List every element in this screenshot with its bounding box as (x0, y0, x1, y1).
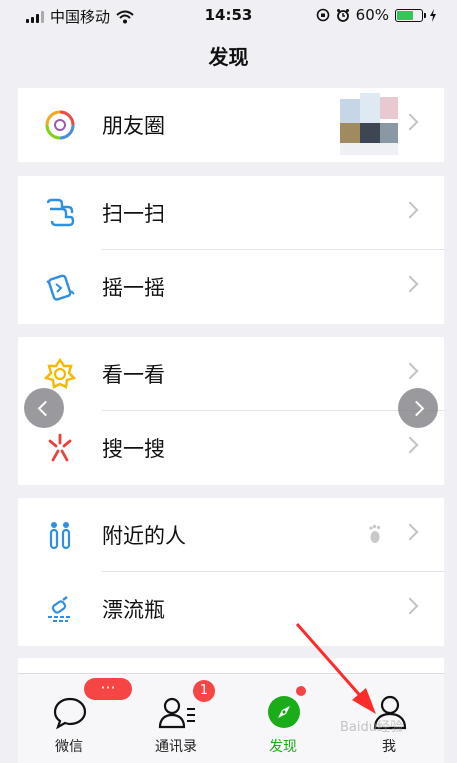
group-moments: 朋友圈 (18, 88, 444, 162)
tab-label: 我 (382, 739, 396, 755)
list-item-label: 扫一扫 (102, 202, 165, 226)
list-item-moments[interactable]: 朋友圈 (18, 88, 444, 162)
status-right: 60% (316, 6, 437, 24)
list-item-scan[interactable]: 扫一扫 (18, 176, 444, 250)
group-tools: 扫一扫 摇一摇 (18, 176, 444, 324)
list-item-shake[interactable]: 摇一摇 (18, 250, 444, 324)
moments-thumbnail (340, 93, 400, 155)
chevron-right-icon (401, 523, 419, 541)
list-item-drift-bottle[interactable]: 漂流瓶 (18, 572, 444, 646)
drift-bottle-icon (48, 596, 72, 622)
orientation-lock-icon (316, 8, 329, 22)
list-item-top-stories[interactable]: 看一看 (18, 337, 444, 411)
page-title: 发现 (208, 45, 249, 69)
tab-chats[interactable]: ··· 微信 (24, 674, 132, 763)
search-icon (48, 433, 72, 462)
chevron-left-icon (37, 400, 54, 417)
tab-label: 通讯录 (155, 739, 197, 755)
list-item-search[interactable]: 搜一搜 (18, 411, 444, 485)
tab-label: 微信 (55, 739, 83, 755)
next-arrow-button[interactable] (398, 388, 438, 428)
list-item-label: 漂流瓶 (102, 598, 165, 622)
battery-icon (395, 8, 426, 22)
unread-badge: 1 (193, 680, 215, 702)
shake-icon (46, 274, 75, 301)
list-item-label: 看一看 (102, 363, 165, 387)
charging-icon (430, 8, 436, 22)
list-item-label: 附近的人 (102, 524, 186, 548)
footprint-icon (369, 524, 381, 543)
new-dot-badge (296, 686, 306, 696)
people-nearby-icon (49, 522, 71, 550)
chevron-right-icon (408, 400, 425, 417)
group-partial (18, 658, 444, 673)
list-item-label: 摇一摇 (102, 276, 165, 300)
unread-badge: ··· (84, 678, 132, 700)
previous-arrow-button[interactable] (24, 388, 64, 428)
top-stories-icon (44, 358, 76, 389)
group-social: 附近的人 漂流瓶 (18, 498, 444, 646)
compass-icon (268, 696, 300, 728)
chat-bubble-icon (53, 697, 87, 730)
scan-icon (46, 198, 75, 227)
list-item-label: 搜一搜 (102, 437, 165, 461)
list-item-label: 朋友圈 (102, 114, 165, 138)
tab-discover[interactable]: 发现 (238, 674, 328, 763)
chevron-right-icon (401, 201, 419, 219)
contacts-icon (158, 697, 195, 729)
group-discover: 看一看 搜一搜 (18, 337, 444, 485)
battery-percent: 60% (355, 6, 389, 24)
moments-icon (45, 110, 75, 140)
chevron-right-icon (401, 436, 419, 454)
chevron-right-icon (401, 113, 419, 131)
chevron-right-icon (401, 597, 419, 615)
tab-contacts[interactable]: 1 通讯录 (131, 674, 221, 763)
status-bar: 中国移动 14:53 60% (0, 0, 457, 32)
chevron-right-icon (401, 275, 419, 293)
alarm-icon (336, 9, 349, 22)
watermark: Baidu经验 (340, 720, 403, 735)
list-item-people-nearby[interactable]: 附近的人 (18, 498, 444, 572)
chevron-right-icon (401, 362, 419, 380)
tab-label: 发现 (269, 739, 297, 755)
